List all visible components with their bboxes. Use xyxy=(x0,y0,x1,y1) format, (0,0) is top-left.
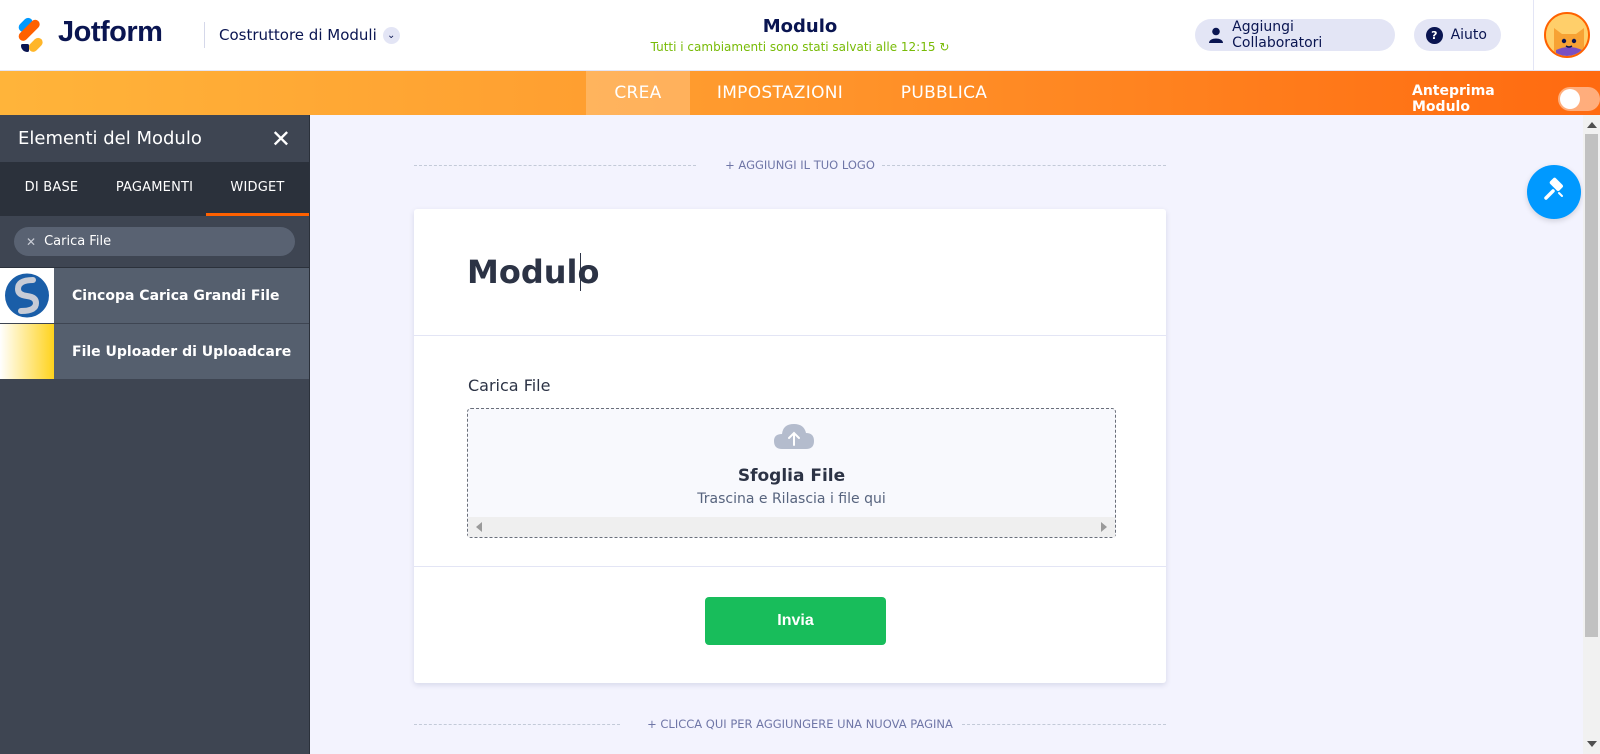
paint-roller-icon xyxy=(1541,177,1567,207)
list-item[interactable]: Cincopa Carica Grandi File xyxy=(0,268,309,324)
form-heading-section[interactable]: Modulo xyxy=(414,209,1166,336)
chevron-down-icon: ⌄ xyxy=(382,26,400,44)
tab-widget[interactable]: WIDGET xyxy=(206,162,309,216)
tab-impostazioni[interactable]: IMPOSTAZIONI xyxy=(700,71,860,115)
scroll-left-icon[interactable] xyxy=(476,522,482,532)
form-card: Modulo Carica File Sfoglia File Trascina… xyxy=(414,209,1166,683)
form-title[interactable]: Modulo xyxy=(600,16,1000,37)
widget-search: ✕ Carica File xyxy=(0,216,309,268)
panel-tabs: DI BASE PAGAMENTI WIDGET xyxy=(0,162,309,216)
text-cursor xyxy=(580,253,581,291)
search-value: Carica File xyxy=(44,234,112,249)
list-item[interactable]: File Uploader di Uploadcare xyxy=(0,324,309,380)
search-input[interactable]: ✕ Carica File xyxy=(14,227,295,256)
close-icon[interactable]: ✕ xyxy=(271,127,291,151)
submit-section: Invia xyxy=(414,567,1166,682)
form-designer-button[interactable] xyxy=(1527,165,1581,219)
help-label: Aiuto xyxy=(1450,27,1487,43)
save-status: Tutti i cambiamenti sono stati salvati a… xyxy=(600,40,1000,54)
scroll-down-icon[interactable] xyxy=(1587,741,1597,747)
drag-drop-hint: Trascina e Rilascia i file qui xyxy=(697,491,886,507)
divider xyxy=(414,724,620,725)
add-logo-link[interactable]: + AGGIUNGI IL TUO LOGO xyxy=(700,158,900,172)
form-elements-panel: Elementi del Modulo ✕ DI BASE PAGAMENTI … xyxy=(0,115,310,754)
widget-label: File Uploader di Uploadcare xyxy=(72,343,292,360)
divider xyxy=(882,165,1166,166)
form-preview-label: Anteprima Modulo xyxy=(1412,83,1495,115)
file-upload-field[interactable]: Carica File Sfoglia File Trascina e Rila… xyxy=(414,336,1166,567)
save-status-text: Tutti i cambiamenti sono stati salvati a… xyxy=(650,40,936,54)
cincopa-logo-icon xyxy=(0,268,54,323)
tab-pubblica[interactable]: PUBBLICA xyxy=(880,71,1008,115)
avatar-container[interactable] xyxy=(1533,0,1600,70)
question-icon: ? xyxy=(1426,26,1443,44)
form-preview-toggle[interactable] xyxy=(1558,87,1600,111)
user-icon xyxy=(1207,26,1224,44)
uploadcare-logo-icon xyxy=(0,324,54,379)
vertical-scrollbar[interactable] xyxy=(1583,115,1600,754)
add-collaborators-button[interactable]: Aggiungi Collaboratori xyxy=(1195,19,1395,51)
avatar[interactable] xyxy=(1544,12,1590,58)
clear-search-icon[interactable]: ✕ xyxy=(26,235,36,249)
top-header: Jotform Costruttore di Moduli ⌄ Modulo T… xyxy=(0,0,1600,71)
add-page-link[interactable]: + CLICCA QUI PER AGGIUNGERE UNA NUOVA PA… xyxy=(610,717,990,731)
brand-name: Jotform xyxy=(58,16,163,48)
divider xyxy=(962,724,1166,725)
panel-header: Elementi del Modulo ✕ xyxy=(0,115,309,162)
form-title-area: Modulo Tutti i cambiamenti sono stati sa… xyxy=(600,16,1000,54)
upload-label: Carica File xyxy=(468,376,551,395)
builder-nav: CREA IMPOSTAZIONI PUBBLICA Anteprima Mod… xyxy=(0,71,1600,115)
scroll-up-icon[interactable] xyxy=(1587,122,1597,128)
divider xyxy=(414,165,696,166)
file-dropzone[interactable]: Sfoglia File Trascina e Rilascia i file … xyxy=(467,408,1116,538)
panel-title: Elementi del Modulo xyxy=(18,128,202,149)
tab-pagamenti[interactable]: PAGAMENTI xyxy=(103,162,206,216)
widget-label: Cincopa Carica Grandi File xyxy=(72,287,280,304)
tab-crea[interactable]: CREA xyxy=(586,71,690,115)
browse-files-button[interactable]: Sfoglia File xyxy=(468,466,1115,486)
help-button[interactable]: ? Aiuto xyxy=(1414,19,1501,51)
jotform-logo[interactable]: Jotform xyxy=(16,15,163,54)
jotform-logo-icon xyxy=(16,15,48,54)
submit-button[interactable]: Invia xyxy=(705,597,886,645)
horizontal-scrollbar[interactable] xyxy=(468,517,1115,537)
form-preview: Anteprima Modulo xyxy=(1412,83,1600,115)
builder-label: Costruttore di Moduli xyxy=(219,26,377,44)
scroll-right-icon[interactable] xyxy=(1101,522,1107,532)
tab-di-base[interactable]: DI BASE xyxy=(0,162,103,216)
builder-dropdown[interactable]: Costruttore di Moduli ⌄ xyxy=(204,22,400,48)
cloud-upload-icon xyxy=(772,421,816,451)
scrollbar-thumb[interactable] xyxy=(1585,134,1598,637)
add-collaborators-label: Aggiungi Collaboratori xyxy=(1232,19,1323,51)
refresh-icon[interactable]: ↻ xyxy=(939,40,949,54)
